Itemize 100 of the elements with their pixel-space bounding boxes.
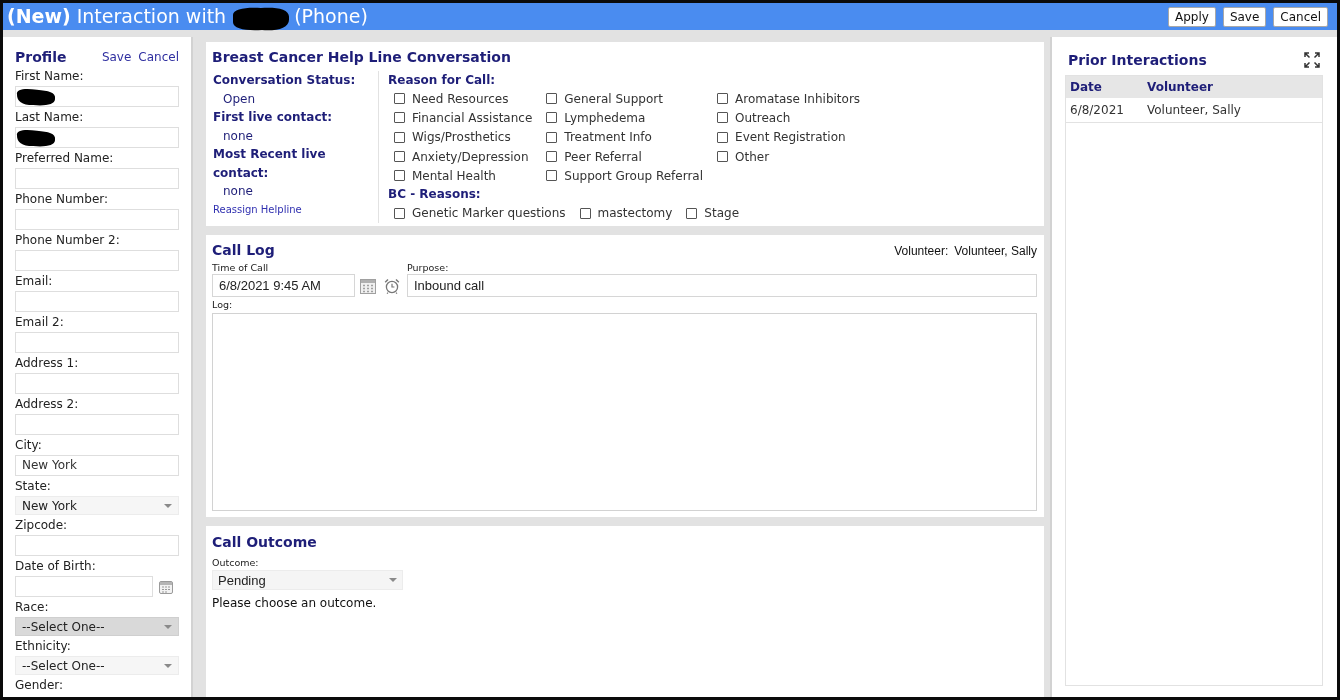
text-field[interactable] [15,127,179,148]
window-title: Interaction with [76,4,227,29]
reassign-link[interactable]: Reassign Helpline [213,201,378,218]
field-label: Gender: [15,678,65,693]
caret-icon [164,624,172,629]
text-field[interactable] [15,535,179,556]
expand-icon[interactable] [1304,52,1320,68]
text-field[interactable] [15,414,179,435]
save-link[interactable]: Save [101,50,132,65]
field-label: Email: [15,274,54,289]
text-field[interactable] [15,291,179,312]
checkbox-label[interactable]: Support Group Referral [564,168,704,183]
table-cell-text: 6/8/2021 [1069,103,1125,117]
checkbox[interactable] [546,170,558,182]
caret-icon [164,663,172,668]
table-cell-text: Volunteer, Sally [1146,103,1242,117]
checkbox-label[interactable]: Mental Health [412,168,496,183]
text-field[interactable] [15,332,179,353]
checkbox-label[interactable]: General Support [564,91,663,106]
checkbox[interactable] [686,207,698,219]
checkbox-label[interactable]: Lymphedema [564,110,646,125]
field-label: Date of Birth: [15,559,97,574]
checkbox[interactable] [717,112,729,124]
checkbox[interactable] [394,207,405,219]
status-value: none [222,127,254,145]
checkbox[interactable] [394,170,405,182]
text-field[interactable] [15,373,179,394]
helper-text: Please choose an outcome. [212,596,377,610]
field-label: Race: [15,600,50,615]
checkbox-label[interactable]: Event Registration [735,130,846,145]
checkbox-label[interactable]: Financial Assistance [412,110,533,125]
alarm-clock-icon[interactable] [384,277,400,294]
status-label: Conversation Status: [213,72,357,89]
status-value: none [222,183,254,200]
checkbox[interactable] [546,112,558,124]
checkbox-label[interactable]: Treatment Info [564,130,652,145]
calendar-icon[interactable] [360,277,376,294]
checkbox[interactable] [717,131,729,143]
checkbox[interactable] [394,93,405,105]
checkbox-label[interactable]: Peer Referral [564,149,642,164]
checkbox-label[interactable]: Stage [704,206,740,221]
panel-title: Profile [15,49,67,66]
checkbox-label[interactable]: Other [735,149,770,164]
save-button[interactable]: Save [1222,6,1267,27]
date-field[interactable] [15,576,153,597]
text-field[interactable] [15,86,179,107]
field-label: Phone Number 2: [15,233,121,248]
dropdown[interactable]: New York [15,496,179,515]
panel-title: Prior Interactions [1068,51,1207,69]
outcome-dropdown[interactable]: Pending [212,570,403,590]
checkbox[interactable] [546,151,558,163]
checkbox[interactable] [546,131,558,143]
checkbox[interactable] [717,151,729,163]
channel-label: (Phone) [294,4,368,29]
section-heading: BC - Reasons: [388,186,482,204]
section-heading: Reason for Call: [388,72,497,89]
apply-button[interactable]: Apply [1168,6,1216,27]
field-label: Preferred Name: [15,151,115,166]
text-field[interactable] [15,250,179,271]
status-label: Most Recent live contact: [213,146,327,182]
checkbox-label[interactable]: Genetic Marker questions [412,206,566,221]
panel-title: Breast Cancer Help Line Conversation [212,49,512,66]
field-label: Outcome: [212,556,259,569]
checkbox[interactable] [579,207,591,219]
dropdown[interactable]: --Select One-- [15,656,179,675]
field-label: Time of Call [212,261,270,274]
checkbox-label[interactable]: Aromatase Inhibitors [735,91,861,106]
cancel-button[interactable]: Cancel [1273,6,1328,27]
checkbox-label[interactable]: Wigs/Prosthetics [412,130,511,145]
checkbox-label[interactable]: mastectomy [597,206,673,221]
status-label: First live contact: [213,109,334,126]
field-label: City: [15,438,43,453]
field-label: Last Name: [15,110,85,125]
checkbox[interactable] [717,93,729,105]
text-field[interactable]: New York [15,455,179,476]
checkbox[interactable] [394,131,405,143]
purpose-field[interactable]: Inbound call [407,274,1037,297]
checkbox-label[interactable]: Outreach [735,110,791,125]
field-label: Purpose: [407,261,450,274]
field-label: Address 1: [15,356,80,371]
checkbox[interactable] [394,112,405,124]
checkbox[interactable] [546,93,558,105]
text-field[interactable] [15,209,179,230]
checkbox-label[interactable]: Need Resources [412,91,509,106]
field-label: Address 2: [15,397,80,412]
checkbox[interactable] [394,151,405,163]
dropdown[interactable]: --Select One-- [15,617,179,636]
cancel-link[interactable]: Cancel [138,50,179,65]
column-header: Date [1069,80,1103,94]
calendar-icon[interactable] [159,579,173,594]
column-header: Volunteer [1146,80,1214,94]
field-label: Phone Number: [15,192,110,207]
text-field[interactable] [15,168,179,189]
caret-icon [164,503,172,508]
field-label: Zipcode: [15,518,69,533]
field-label: First Name: [15,69,85,84]
datetime-field[interactable]: 6/8/2021 9:45 AM [212,274,355,297]
checkbox-label[interactable]: Anxiety/Depression [412,149,529,164]
volunteer-name: Volunteer, Sally [954,243,1037,258]
field-label: Log: [212,298,234,311]
